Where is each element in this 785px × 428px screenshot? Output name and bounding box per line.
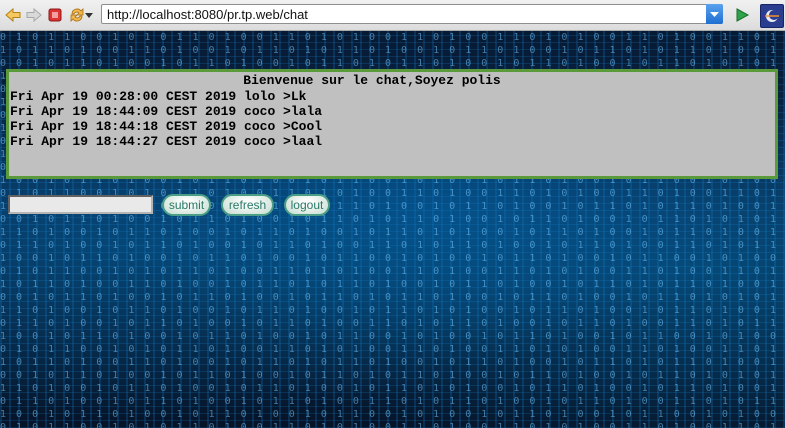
back-arrow-icon[interactable]	[4, 6, 22, 24]
url-text[interactable]: http://localhost:8080/pr.tp.web/chat	[107, 7, 308, 22]
chat-message: Fri Apr 19 18:44:09 CEST 2019 coco >lala	[10, 104, 323, 119]
browser-toolbar: http://localhost:8080/pr.tp.web/chat	[0, 0, 785, 31]
eclipse-icon[interactable]	[760, 4, 784, 28]
chat-messages: Bienvenue sur le chat,Soyez polis Fri Ap…	[6, 69, 778, 179]
go-icon[interactable]	[733, 6, 751, 24]
chat-title: Bienvenue sur le chat,Soyez polis	[243, 73, 501, 88]
chat-page: 0 1 0 1 1 0 0 1 0 1 0 1 1 0 1 0 0 1 1 0 …	[0, 31, 785, 428]
chat-message: Fri Apr 19 18:44:27 CEST 2019 coco >laal	[10, 134, 323, 149]
url-bar[interactable]: http://localhost:8080/pr.tp.web/chat	[101, 4, 723, 24]
submit-button[interactable]: submit	[162, 194, 211, 216]
refresh-button[interactable]: refresh	[221, 194, 274, 216]
message-input[interactable]	[8, 195, 153, 214]
forward-arrow-icon[interactable]	[25, 6, 43, 24]
chat-message: Fri Apr 19 18:44:18 CEST 2019 coco >Cool	[10, 119, 323, 134]
logout-button[interactable]: logout	[284, 194, 330, 216]
chat-message: Fri Apr 19 00:28:00 CEST 2019 lolo >Lk	[10, 89, 307, 104]
url-dropdown-icon[interactable]	[706, 4, 723, 24]
chevron-down-icon[interactable]	[84, 6, 94, 24]
stop-icon[interactable]	[46, 6, 64, 24]
